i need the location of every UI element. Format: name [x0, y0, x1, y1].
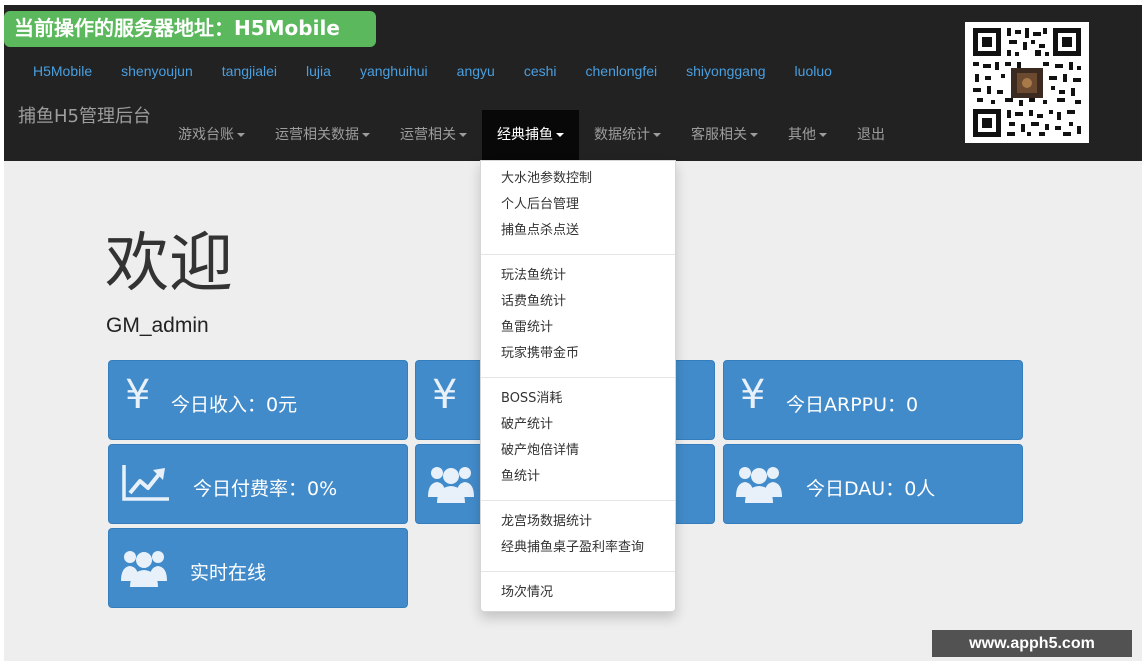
users-icon	[121, 547, 171, 591]
nav-game-ledger[interactable]: 游戏台账	[163, 110, 260, 160]
menu-item-bankruptcy-cannon-details[interactable]: 破产炮倍详情	[501, 441, 579, 461]
server-links: H5Mobile shenyoujun tangjialei lujia yan…	[33, 60, 861, 82]
server-address-badge: 当前操作的服务器地址：H5Mobile	[4, 11, 376, 47]
nav-label: 其他	[788, 127, 816, 143]
caret-down-icon	[819, 133, 827, 137]
menu-divider	[481, 254, 675, 255]
menu-item-phone-fee-fish-stats[interactable]: 话费鱼统计	[501, 292, 566, 312]
caret-down-icon	[653, 133, 661, 137]
stat-tile-realtime-online[interactable]: 实时在线	[108, 528, 408, 608]
menu-item-player-gold[interactable]: 玩家携带金币	[501, 344, 579, 364]
nav-classic-fishing[interactable]: 经典捕鱼	[482, 110, 579, 160]
server-link-yanghuihui[interactable]: yanghuihui	[360, 60, 428, 82]
site-watermark: www.apph5.com	[932, 630, 1132, 657]
nav-customer-service[interactable]: 客服相关	[676, 110, 773, 160]
users-icon	[736, 463, 786, 507]
menu-divider	[481, 571, 675, 572]
menu-item-table-profit-query[interactable]: 经典捕鱼桌子盈利率查询	[501, 538, 644, 558]
server-link-luoluo[interactable]: luoluo	[795, 60, 832, 82]
stat-tile-today-arppu[interactable]: ¥ 今日ARPPU：0	[723, 360, 1023, 440]
stat-label: 今日DAU：0人	[806, 478, 936, 500]
stat-tile-today-dau[interactable]: 今日DAU：0人	[723, 444, 1023, 524]
menu-item-pool-params[interactable]: 大水池参数控制	[501, 169, 592, 189]
server-link-angyu[interactable]: angyu	[457, 60, 495, 82]
nav-label: 客服相关	[691, 127, 747, 143]
yen-icon: ¥	[740, 372, 766, 418]
server-link-h5mobile[interactable]: H5Mobile	[33, 60, 92, 82]
chart-line-icon	[121, 463, 171, 507]
nav-label: 退出	[857, 127, 885, 143]
nav-data-statistics[interactable]: 数据统计	[579, 110, 676, 160]
menu-item-kill-send[interactable]: 捕鱼点杀点送	[501, 221, 579, 241]
nav-label: 经典捕鱼	[497, 127, 553, 143]
stat-label: 今日收入：0元	[171, 394, 298, 416]
menu-item-fish-stats[interactable]: 鱼统计	[501, 467, 540, 487]
caret-down-icon	[237, 133, 245, 137]
caret-down-icon	[556, 133, 564, 137]
menu-item-boss-consumption[interactable]: BOSS消耗	[501, 389, 562, 409]
main-nav: 游戏台账 运营相关数据 运营相关 经典捕鱼 数据统计 客服相关 其他 退出	[163, 110, 900, 160]
yen-icon: ¥	[125, 372, 151, 418]
caret-down-icon	[362, 133, 370, 137]
server-link-lujia[interactable]: lujia	[306, 60, 331, 82]
menu-item-dragon-palace-stats[interactable]: 龙宫场数据统计	[501, 512, 592, 532]
stat-tile-today-income[interactable]: ¥ 今日收入：0元	[108, 360, 408, 440]
menu-item-session-status[interactable]: 场次情况	[501, 583, 553, 603]
menu-divider	[481, 500, 675, 501]
stat-label: 今日付费率：0%	[193, 478, 338, 500]
server-link-shiyonggang[interactable]: shiyonggang	[686, 60, 765, 82]
classic-fishing-dropdown: 大水池参数控制 个人后台管理 捕鱼点杀点送 玩法鱼统计 话费鱼统计 鱼雷统计 玩…	[480, 160, 676, 612]
caret-down-icon	[459, 133, 467, 137]
qr-code-icon	[965, 22, 1089, 143]
nav-label: 运营相关数据	[275, 127, 359, 143]
server-link-tangjialei[interactable]: tangjialei	[222, 60, 277, 82]
nav-logout[interactable]: 退出	[842, 110, 900, 160]
caret-down-icon	[750, 133, 758, 137]
stat-label: 今日ARPPU：0	[786, 394, 919, 416]
server-link-shenyoujun[interactable]: shenyoujun	[121, 60, 193, 82]
server-link-ceshi[interactable]: ceshi	[524, 60, 557, 82]
nav-other[interactable]: 其他	[773, 110, 842, 160]
server-link-chenlongfei[interactable]: chenlongfei	[586, 60, 658, 82]
nav-label: 运营相关	[400, 127, 456, 143]
nav-operations[interactable]: 运营相关	[385, 110, 482, 160]
username: GM_admin	[106, 314, 209, 337]
nav-label: 游戏台账	[178, 127, 234, 143]
stat-tile-today-pay-rate[interactable]: 今日付费率：0%	[108, 444, 408, 524]
yen-icon: ¥	[432, 372, 458, 418]
menu-item-personal-admin[interactable]: 个人后台管理	[501, 195, 579, 215]
nav-label: 数据统计	[594, 127, 650, 143]
stat-label: 实时在线	[190, 562, 267, 584]
nav-operations-data[interactable]: 运营相关数据	[260, 110, 385, 160]
brand-title[interactable]: 捕鱼H5管理后台	[18, 102, 151, 128]
welcome-heading: 欢迎	[105, 227, 233, 301]
users-icon	[428, 463, 478, 507]
menu-item-torpedo-stats[interactable]: 鱼雷统计	[501, 318, 553, 338]
menu-item-bankruptcy-stats[interactable]: 破产统计	[501, 415, 553, 435]
menu-item-gameplay-fish-stats[interactable]: 玩法鱼统计	[501, 266, 566, 286]
menu-divider	[481, 377, 675, 378]
